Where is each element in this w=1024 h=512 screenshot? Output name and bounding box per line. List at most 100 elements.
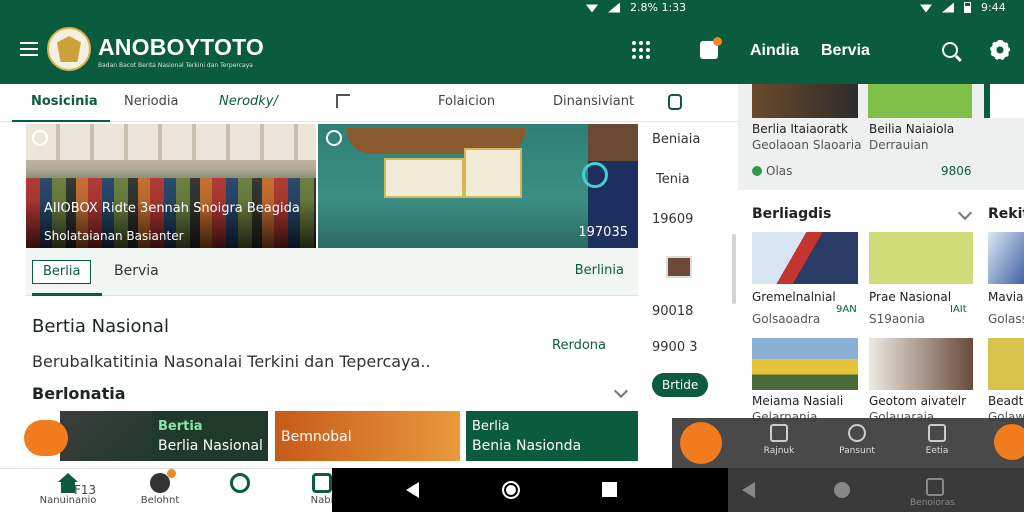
grid-title[interactable]: Prae Nasional <box>869 290 951 304</box>
grid-thumb[interactable] <box>988 338 1024 390</box>
hero-roof <box>26 124 316 160</box>
orange-fab[interactable] <box>994 424 1024 460</box>
home-circle-icon[interactable] <box>834 482 850 498</box>
news-card[interactable]: Berlia Benia Nasionda <box>466 411 638 461</box>
puzzle-icon <box>700 37 722 59</box>
card-row: Bertia Berlia Nasional Bemnobal Berlia B… <box>30 411 640 463</box>
grid-title[interactable]: Gremelnalnial <box>752 290 836 304</box>
side-item[interactable]: 90018 <box>652 304 693 319</box>
hero-select-icon[interactable] <box>32 130 48 146</box>
settings-button[interactable] <box>988 38 1012 62</box>
hero-carousel[interactable]: AIIOBOX Ridte 3ennah Snoigra Beagida Sho… <box>26 124 638 248</box>
grid-thumb[interactable] <box>988 232 1024 284</box>
tab-3[interactable]: Folaicion <box>438 94 495 109</box>
right-section-title-2: Rekit <box>988 206 1024 222</box>
hero-tab[interactable]: Bervia <box>114 263 159 279</box>
hero-select-icon[interactable] <box>326 130 342 146</box>
grid-sub: Golsaoadra <box>752 312 821 326</box>
side-item[interactable]: Beniaia <box>652 132 700 147</box>
signal-icon <box>608 2 620 13</box>
tab-2[interactable]: Nerodky/ <box>219 94 278 109</box>
orange-fab-left[interactable] <box>24 420 68 456</box>
hero-link[interactable]: Berlinia <box>575 263 624 278</box>
search-icon <box>230 473 250 493</box>
bottom-nav-home[interactable]: Nanuinanio <box>26 473 110 506</box>
search-button[interactable] <box>938 38 962 62</box>
grid-title[interactable]: Beadtio <box>988 394 1024 408</box>
notification-dot <box>167 469 176 478</box>
signal-icon <box>942 2 954 13</box>
overlay-nav-item[interactable]: Pansunt <box>822 424 892 456</box>
menu-icon[interactable] <box>20 42 38 56</box>
tab-4[interactable]: Dinansiviant <box>553 94 634 109</box>
grid-title[interactable]: Mavia <box>988 290 1024 304</box>
right-title-a[interactable]: Aindia <box>750 42 799 60</box>
side-item[interactable]: 9900 3 <box>652 340 698 355</box>
badge-icon[interactable] <box>668 94 682 110</box>
card-subtitle: Berlia Nasional <box>158 438 263 454</box>
status-bar: 2.8% 1:33 9:44 <box>0 0 1024 16</box>
news-thumb[interactable] <box>868 84 972 118</box>
bottom-nav-label: Belohnt <box>140 495 180 506</box>
grid-title[interactable]: Geotom aivatelr <box>869 394 966 408</box>
chevron-down-icon[interactable] <box>613 383 629 399</box>
bottom-nav-search[interactable] <box>210 473 270 495</box>
news-card[interactable]: Bemnobal <box>275 411 460 461</box>
profile-icon <box>312 473 332 493</box>
hero-tab-bar: Berlia Bervia Berlinia <box>26 248 638 296</box>
back-icon[interactable] <box>742 482 755 498</box>
house-icon <box>770 424 788 442</box>
section-link[interactable]: Rerdona <box>552 338 606 353</box>
crest-icon <box>57 36 81 62</box>
scrollbar[interactable] <box>732 234 736 304</box>
secondary-pane: Berlia Itaiaoratk Geolaoan Slaoaria Beil… <box>738 84 1024 468</box>
brand-title: ANOBOYTOTO <box>98 34 264 60</box>
wifi-icon <box>920 4 932 13</box>
orange-fab[interactable] <box>680 422 722 464</box>
back-icon[interactable] <box>406 482 419 498</box>
apps-grid-button[interactable] <box>629 38 653 62</box>
recents-icon[interactable] <box>926 478 944 496</box>
sign-shape <box>384 158 464 198</box>
meta-right: 9806 <box>941 164 972 178</box>
status-dot-icon <box>752 166 762 176</box>
overlay-nav-label: Pansunt <box>839 446 875 456</box>
card-title: Bertia <box>158 419 203 434</box>
overlay-nav-item[interactable]: Rajnuk <box>744 424 814 456</box>
grid-thumb[interactable] <box>869 338 973 390</box>
news-thumb[interactable] <box>984 84 1024 118</box>
tab-1[interactable]: Neriodia <box>124 94 178 109</box>
overlay-nav-item[interactable]: Eetia <box>902 424 972 456</box>
recents-icon[interactable] <box>602 482 617 497</box>
side-item[interactable]: Tenia <box>656 172 690 187</box>
card-subtitle: Benia Nasionda <box>472 438 582 454</box>
tab-0[interactable]: Nosicinia <box>31 94 98 109</box>
card-title: Berlia <box>472 419 510 434</box>
right-title-b[interactable]: Bervia <box>821 42 870 60</box>
hero-image-left[interactable]: AIIOBOX Ridte 3ennah Snoigra Beagida Sho… <box>26 124 316 248</box>
section-pill[interactable]: Brtide <box>652 373 709 397</box>
status-time-left: 2.8% 1:33 <box>630 1 687 14</box>
status-icons-left: 2.8% 1:33 <box>586 1 686 14</box>
grid-thumb[interactable] <box>869 232 973 284</box>
news-thumb[interactable] <box>752 84 858 118</box>
extensions-button[interactable] <box>697 37 722 62</box>
news-title[interactable]: Berlia Itaiaoratk <box>752 122 848 136</box>
hero-image-right[interactable]: 197035 <box>318 124 638 248</box>
brand-subtitle: Badan Bacot Berita Nasional Terkini dan … <box>98 62 253 69</box>
grid-title[interactable]: Meiama Nasiali <box>752 394 843 408</box>
sign-shape <box>464 148 522 198</box>
section2-title: Berlonatia <box>32 384 126 403</box>
grid-thumb[interactable] <box>752 232 858 284</box>
wifi-icon <box>586 4 598 13</box>
hero-tab-indicator <box>32 293 102 296</box>
side-item[interactable]: 19609 <box>652 212 693 227</box>
bottom-nav-rewards[interactable]: Belohnt <box>130 469 190 506</box>
side-thumbnail[interactable] <box>666 256 692 278</box>
home-circle-icon[interactable] <box>502 481 520 499</box>
news-card[interactable]: Bertia Berlia Nasional <box>152 411 268 461</box>
news-title[interactable]: Beilia Naiaiola <box>869 122 954 136</box>
grid-thumb[interactable] <box>752 338 858 390</box>
filter-icon[interactable] <box>336 94 350 108</box>
hero-pill-active[interactable]: Berlia <box>32 260 92 284</box>
